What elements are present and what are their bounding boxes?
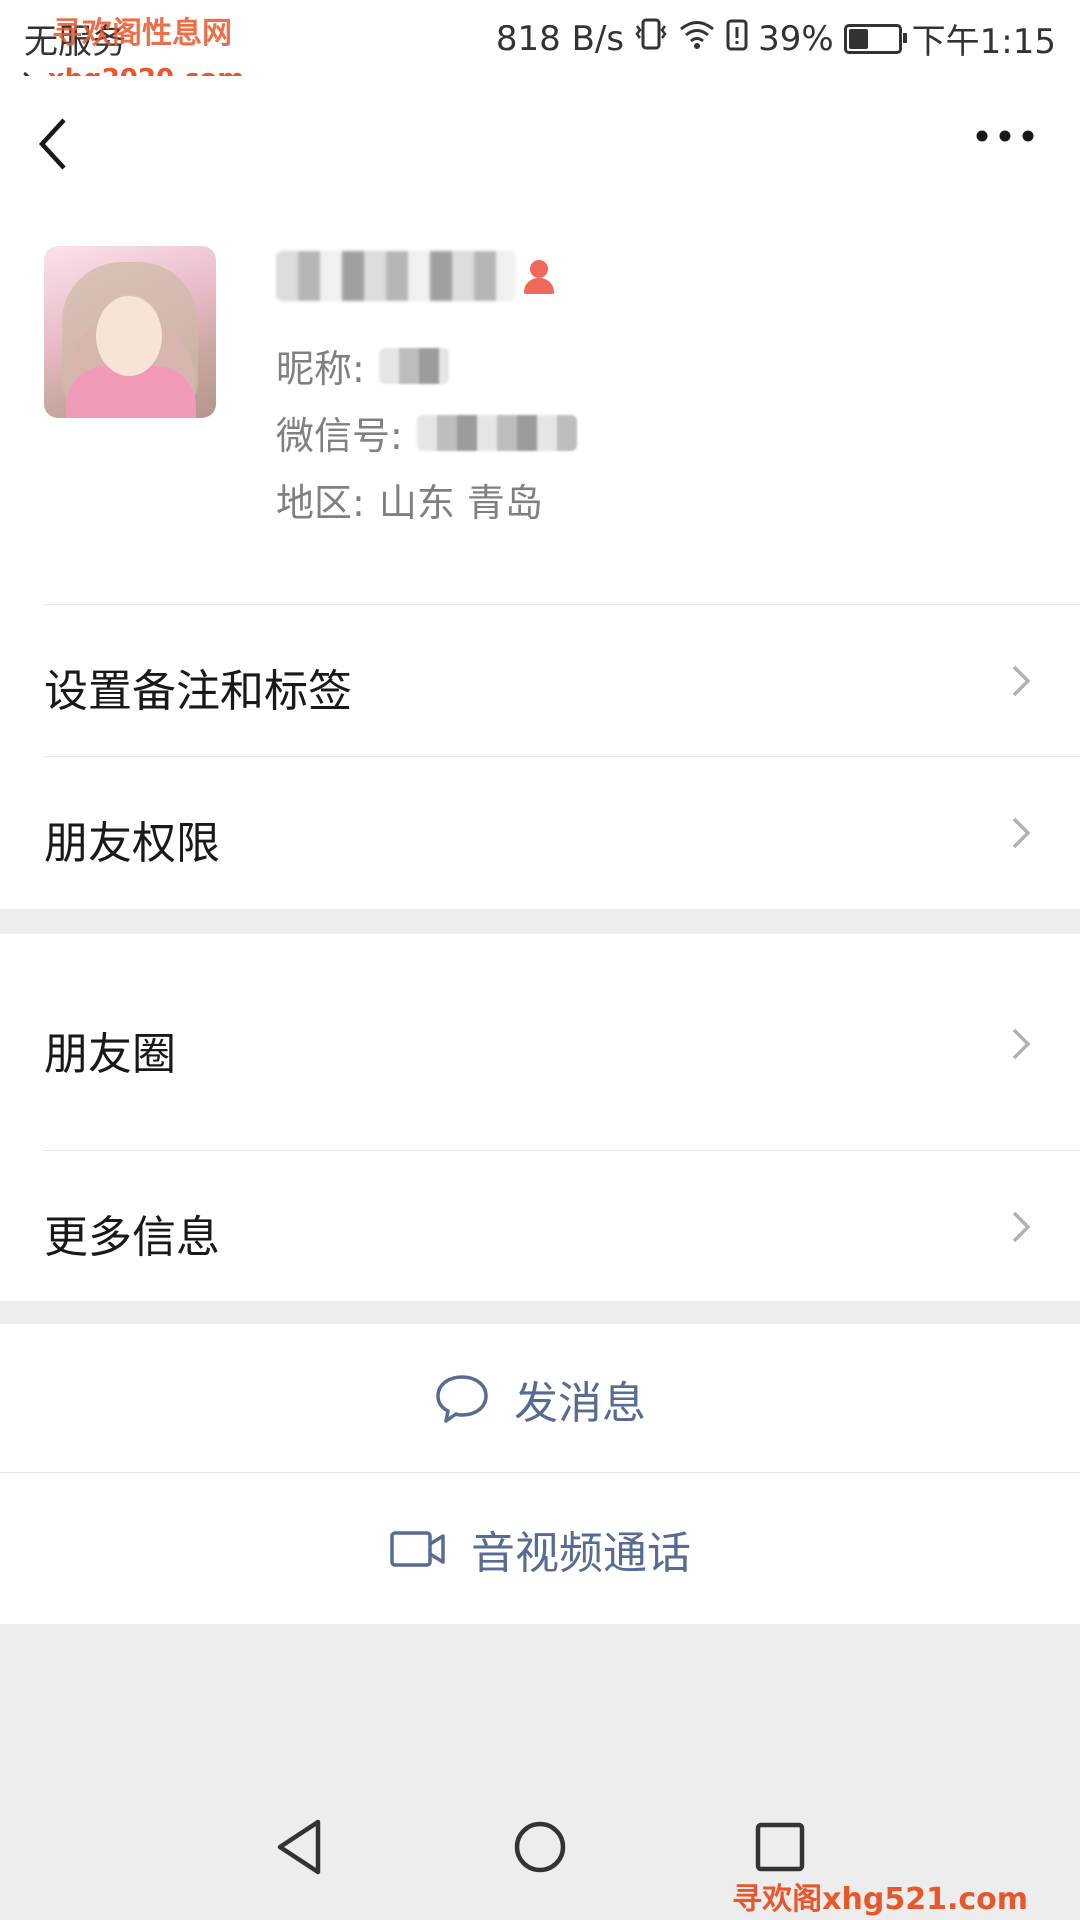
top-bar bbox=[0, 76, 1080, 200]
battery-icon bbox=[843, 23, 907, 54]
chevron-right-icon bbox=[1012, 1028, 1031, 1060]
clock: 下午1:15 bbox=[911, 22, 1056, 62]
menu-friend-permissions[interactable]: 朋友权限 bbox=[0, 757, 1080, 909]
nav-back-icon[interactable] bbox=[266, 1812, 336, 1882]
region-label: 地区: bbox=[276, 481, 365, 525]
profile-card: 昵称: 微信号: 地区: 山东 青岛 bbox=[0, 200, 1080, 605]
back-button[interactable] bbox=[30, 104, 90, 184]
nickname-redacted bbox=[378, 347, 449, 384]
nav-recents-icon[interactable] bbox=[745, 1812, 815, 1882]
wifi-icon bbox=[678, 18, 716, 59]
video-call-button[interactable]: 音视频通话 bbox=[0, 1473, 1080, 1624]
chevron-left-icon bbox=[38, 118, 66, 170]
vibrate-icon bbox=[634, 16, 668, 61]
battery-alert-icon bbox=[726, 17, 748, 60]
female-icon bbox=[524, 256, 554, 296]
menu-more-info[interactable]: 更多信息 bbox=[0, 1151, 1080, 1301]
region-row: 地区: 山东 青岛 bbox=[276, 472, 543, 527]
more-dots-icon bbox=[976, 130, 1034, 142]
video-call-label: 音视频通话 bbox=[471, 1527, 691, 1579]
wechat-id-label: 微信号: bbox=[276, 414, 403, 458]
nav-home-icon[interactable] bbox=[505, 1812, 575, 1882]
status-icons: 818 B/s 39% 下午1:15 bbox=[496, 14, 1056, 63]
send-message-button[interactable]: 发消息 bbox=[0, 1324, 1080, 1473]
nickname-label: 昵称: bbox=[276, 347, 365, 391]
send-message-label: 发消息 bbox=[514, 1377, 646, 1429]
menu-remark-tags[interactable]: 设置备注和标签 bbox=[0, 605, 1080, 757]
region-value: 山东 青岛 bbox=[378, 481, 543, 525]
status-bar: 无服务 寻欢阁性息网 ➜xhg2020.com 818 B/s 39% 下午1:… bbox=[0, 0, 1080, 94]
chat-bubble-icon bbox=[436, 1374, 488, 1423]
menu-moments-label: 朋友圈 bbox=[44, 1029, 176, 1080]
avatar[interactable] bbox=[44, 246, 216, 418]
more-button[interactable] bbox=[970, 116, 1040, 156]
menu-moments[interactable]: 朋友圈 bbox=[0, 934, 1080, 1151]
nickname-row: 昵称: bbox=[276, 338, 449, 393]
battery-percent: 39% bbox=[758, 18, 834, 59]
watermark-bottom: 寻欢阁xhg521.com bbox=[732, 1882, 1028, 1917]
chevron-right-icon bbox=[1012, 1211, 1031, 1243]
menu-friend-permissions-label: 朋友权限 bbox=[44, 818, 220, 869]
display-name bbox=[276, 246, 554, 306]
net-speed: 818 B/s bbox=[495, 18, 625, 59]
wechat-id-row: 微信号: bbox=[276, 405, 577, 460]
menu-more-info-label: 更多信息 bbox=[44, 1212, 220, 1263]
chevron-right-icon bbox=[1012, 665, 1031, 697]
wechat-id-redacted bbox=[416, 414, 577, 451]
video-camera-icon bbox=[390, 1530, 445, 1567]
chevron-right-icon bbox=[1012, 817, 1031, 849]
watermark-top: 寻欢阁性息网 bbox=[52, 16, 232, 51]
menu-remark-tags-label: 设置备注和标签 bbox=[44, 666, 352, 717]
display-name-redacted bbox=[276, 251, 516, 301]
